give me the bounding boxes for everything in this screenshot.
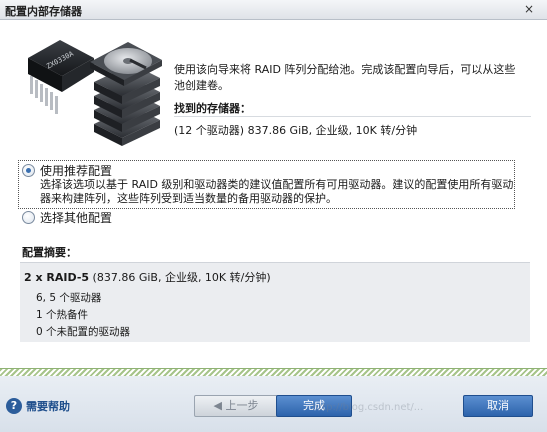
other-config-label[interactable]: 选择其他配置 <box>40 209 112 226</box>
help-link[interactable]: ? 需要帮助 <box>6 398 70 414</box>
cancel-button[interactable]: 取消 <box>463 395 533 417</box>
recommended-config-description: 选择该选项以基于 RAID 级别和驱动器类的建议值配置所有可用驱动器。建议的配置… <box>40 178 514 205</box>
summary-raid-level: 2 x RAID-5 <box>24 271 90 284</box>
help-icon: ? <box>6 398 22 414</box>
close-button[interactable]: × <box>521 1 537 17</box>
found-storage-label: 找到的存储器： <box>174 102 251 115</box>
watermark: http://blog.csdn.net/... <box>312 402 424 413</box>
config-summary-label: 配置摘要： <box>22 246 77 259</box>
window-title: 配置内部存储器 <box>5 5 82 18</box>
summary-raid-line: 2 x RAID-5 (837.86 GiB, 企业级, 10K 转/分钟) <box>24 269 271 285</box>
title-bar: 配置内部存储器 × <box>0 0 547 20</box>
recommended-config-label[interactable]: 使用推荐配置 <box>40 162 112 179</box>
storage-hero-illustration: ZX0330A <box>24 32 164 148</box>
back-button[interactable]: ◀ 上一步 <box>194 395 278 417</box>
other-config-radio[interactable] <box>22 211 35 224</box>
divider <box>174 116 531 117</box>
intro-text: 使用该向导来将 RAID 阵列分配给池。完成该配置向导后，可以从这些池创建卷。 <box>174 63 516 92</box>
summary-item: 0 个未配置的驱动器 <box>36 326 131 338</box>
summary-raid-details: (837.86 GiB, 企业级, 10K 转/分钟) <box>89 271 271 284</box>
summary-item: 1 个热备件 <box>36 309 89 321</box>
hard-drive-stack-icon: ZX0330A <box>28 40 162 146</box>
found-storage-info: (12 个驱动器) 837.86 GiB, 企业级, 10K 转/分钟 <box>174 124 418 137</box>
help-label: 需要帮助 <box>26 400 70 413</box>
recommended-config-radio[interactable] <box>22 164 35 177</box>
footer-stripe <box>0 368 547 376</box>
summary-item: 6, 5 个驱动器 <box>36 292 102 304</box>
